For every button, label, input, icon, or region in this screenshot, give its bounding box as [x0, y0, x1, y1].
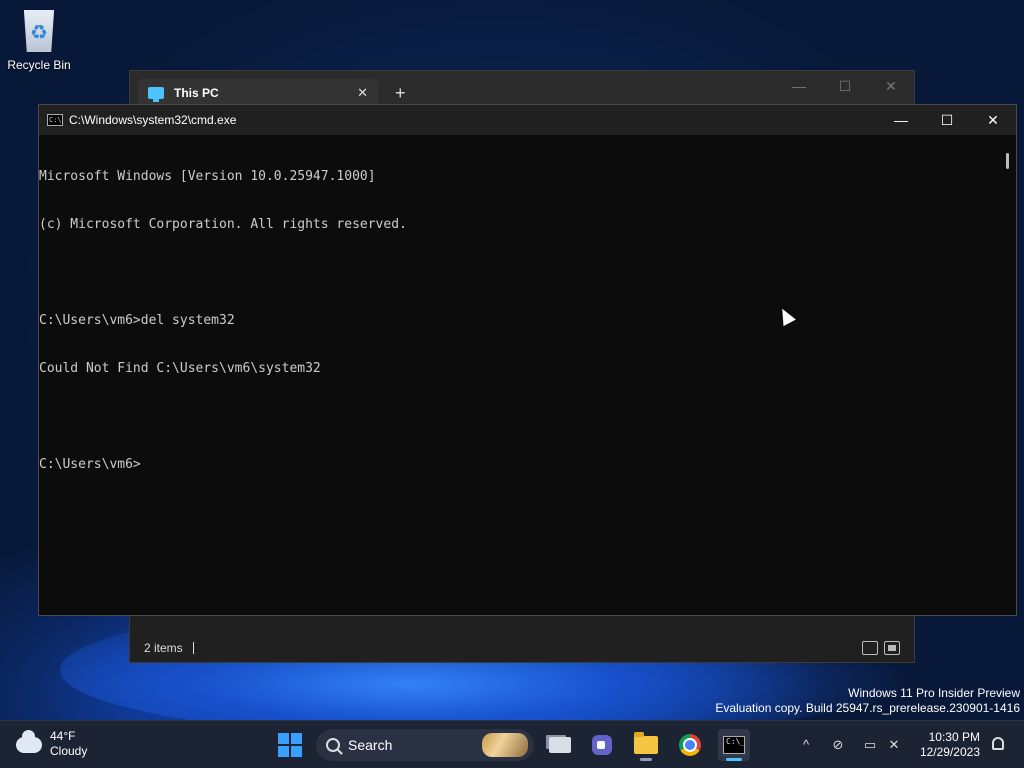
explorer-minimize-button[interactable]: — [776, 71, 822, 101]
windows-logo-icon [278, 733, 289, 744]
console-output[interactable]: Microsoft Windows [Version 10.0.25947.10… [39, 135, 1000, 615]
clock-time: 10:30 PM [928, 730, 980, 744]
console-line: C:\Users\vm6>del system32 [39, 313, 235, 328]
details-view-icon[interactable] [862, 641, 878, 655]
display-icon[interactable]: ▭ [862, 737, 878, 753]
cmd-window-title: C:\Windows\system32\cmd.exe [69, 113, 237, 127]
watermark-build: Evaluation copy. Build 25947.rs_prerelea… [715, 701, 1020, 715]
notification-bell-icon[interactable] [992, 737, 1004, 750]
taskbar-meet[interactable] [586, 729, 618, 761]
search-icon [326, 738, 340, 752]
console-line: Could Not Find C:\Users\vm6\system32 [39, 361, 321, 376]
folder-icon [634, 732, 658, 754]
search-highlight-icon [482, 733, 528, 757]
this-pc-icon [148, 87, 164, 102]
taskbar-search-box[interactable]: Search [316, 729, 534, 761]
explorer-tab-this-pc[interactable]: This PC ✕ [138, 79, 378, 107]
windows-watermark: Windows 11 Pro Insider Preview Evaluatio… [715, 686, 1020, 716]
console-line: Microsoft Windows [Version 10.0.25947.10… [39, 169, 376, 184]
explorer-close-button[interactable]: ✕ [868, 71, 914, 101]
recycle-bin-icon [23, 10, 55, 52]
explorer-caption-buttons: — ☐ ✕ [776, 71, 914, 101]
network-off-icon[interactable]: ⊘ [830, 737, 846, 753]
running-indicator [640, 758, 652, 761]
cmd-title-bar[interactable]: C:\ C:\Windows\system32\cmd.exe — ☐ ✕ [39, 105, 1016, 135]
explorer-tab-title: This PC [174, 86, 219, 100]
close-tab-button[interactable]: ✕ [357, 85, 368, 101]
active-indicator [726, 758, 742, 761]
status-separator [192, 642, 194, 654]
task-view-icon [549, 737, 571, 753]
cloudy-weather-icon [16, 730, 42, 753]
cmd-minimize-button[interactable]: — [878, 105, 924, 135]
clock-date: 12/29/2023 [919, 745, 980, 759]
console-line: (c) Microsoft Corporation. All rights re… [39, 217, 407, 232]
cmd-close-button[interactable]: ✕ [970, 105, 1016, 135]
explorer-maximize-button[interactable]: ☐ [822, 71, 868, 101]
cmd-caption-buttons: — ☐ ✕ [878, 105, 1016, 135]
chrome-icon [679, 734, 701, 756]
desktop-icon-recycle-bin[interactable]: Recycle Bin [4, 6, 74, 72]
new-tab-button[interactable]: + [395, 83, 406, 104]
taskbar-task-view[interactable] [544, 729, 576, 761]
terminal-icon: C:\_ [723, 736, 745, 754]
desktop-icon-label: Recycle Bin [7, 58, 71, 72]
large-icons-view-icon[interactable] [884, 641, 900, 655]
start-button[interactable] [278, 733, 302, 757]
item-count: 2 items [144, 641, 183, 655]
cmd-maximize-button[interactable]: ☐ [924, 105, 970, 135]
meet-icon [592, 735, 612, 755]
show-hidden-icons-chevron-icon[interactable]: ^ [798, 737, 814, 753]
console-scrollbar[interactable] [1000, 135, 1016, 615]
watermark-edition: Windows 11 Pro Insider Preview [848, 686, 1020, 700]
console-prompt[interactable]: C:\Users\vm6> [39, 457, 1000, 473]
taskbar-chrome[interactable] [674, 729, 706, 761]
taskbar-terminal[interactable]: C:\_ [718, 729, 750, 761]
weather-widget[interactable]: 44°F Cloudy [16, 729, 87, 759]
taskbar-file-explorer[interactable] [630, 729, 662, 761]
cmd-app-icon: C:\ [47, 114, 63, 126]
explorer-status-bar: 2 items [130, 634, 914, 662]
volume-muted-icon[interactable]: ✕ [886, 737, 902, 753]
weather-description: Cloudy [50, 744, 88, 758]
explorer-tab-bar: This PC ✕ + — ☐ ✕ [130, 71, 914, 107]
search-label: Search [348, 737, 393, 753]
view-toggle-group [862, 641, 900, 655]
taskbar-clock[interactable]: 10:30 PM 12/29/2023 [920, 730, 980, 760]
taskbar: 44°F Cloudy Search C:\_ ^ ⊘ ▭ ✕ 10:30 PM… [0, 720, 1024, 768]
weather-temperature: 44°F [50, 729, 76, 743]
cmd-window: C:\ C:\Windows\system32\cmd.exe — ☐ ✕ Mi… [38, 104, 1017, 616]
scrollbar-thumb[interactable] [1006, 153, 1009, 169]
